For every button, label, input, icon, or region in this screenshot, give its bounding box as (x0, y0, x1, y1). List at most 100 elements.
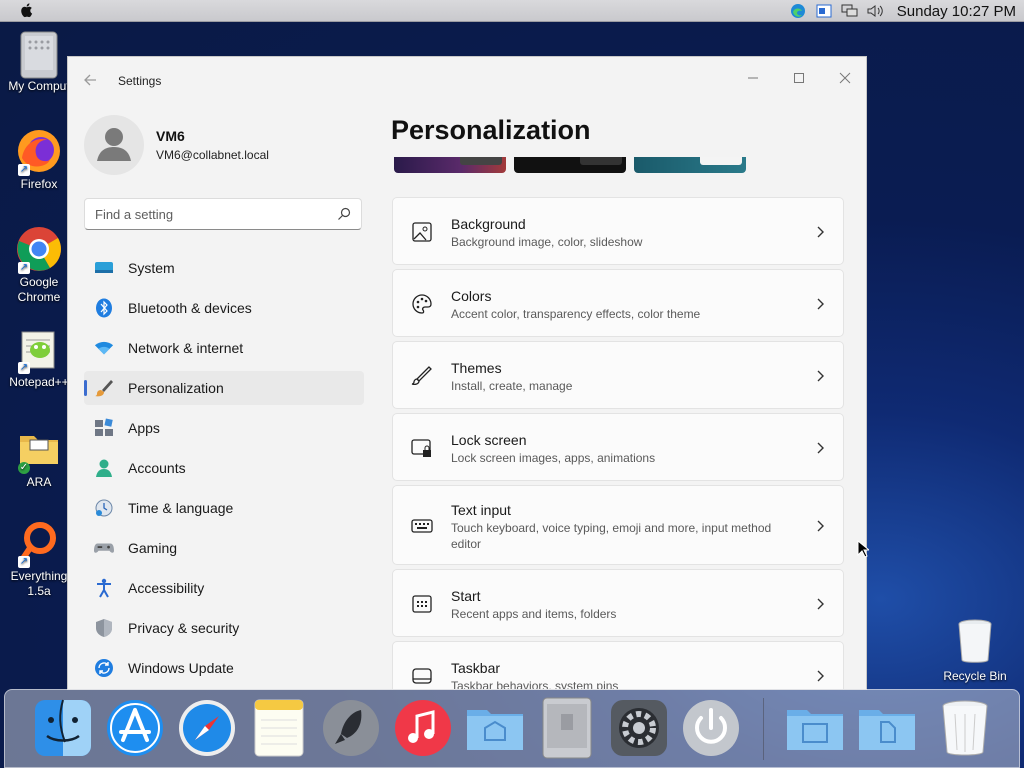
nav-item-personalization[interactable]: Personalization (84, 371, 364, 405)
taskbar-icon (412, 668, 432, 684)
dock-item-notes[interactable] (247, 696, 311, 760)
maximize-icon (794, 73, 804, 83)
card-start[interactable]: Start Recent apps and items, folders (392, 569, 844, 637)
desktop-icon-recycle-bin[interactable]: Recycle Bin (940, 618, 1010, 683)
nav-item-system[interactable]: System (84, 251, 364, 285)
nav-item-label: Privacy & security (128, 620, 240, 636)
nav-item-label: Accounts (128, 460, 186, 476)
nav-item-accounts[interactable]: Accounts (84, 451, 364, 485)
nav-item-label: Gaming (128, 540, 178, 556)
user-avatar-icon (97, 128, 131, 161)
nav-item-time-language[interactable]: Time & language (84, 491, 364, 525)
nav-item-label: Accessibility (128, 580, 205, 596)
clock[interactable]: Sunday 10:27 PM (897, 3, 1016, 20)
card-subtitle: Recent apps and items, folders (451, 607, 617, 621)
card-title: Colors (451, 288, 492, 304)
search-placeholder: Find a setting (95, 207, 174, 222)
network-icon[interactable] (841, 3, 859, 19)
nav-item-gaming[interactable]: Gaming (84, 531, 364, 565)
folder-icon: ✓ (16, 426, 62, 474)
dock-item-documents-folder[interactable] (783, 696, 847, 760)
notepadpp-icon: ↗ (16, 326, 62, 374)
dock-item-system-preferences[interactable] (607, 696, 671, 760)
nav-item-label: System (128, 260, 175, 276)
sync-check-icon: ✓ (18, 462, 30, 474)
title-bar[interactable]: Settings (68, 57, 866, 103)
minimize-icon (748, 77, 758, 79)
nav-item-apps[interactable]: Apps (84, 411, 364, 445)
keyboard-icon (411, 519, 433, 533)
card-text-input[interactable]: Text input Touch keyboard, voice typing,… (392, 485, 844, 565)
close-button[interactable] (822, 63, 866, 93)
everything-icon: ↗ (16, 520, 62, 568)
chevron-right-icon (817, 298, 824, 310)
nav-item-accessibility[interactable]: Accessibility (84, 571, 364, 605)
app-store-icon (107, 700, 163, 756)
applications-folder-icon (467, 710, 523, 750)
gamepad-icon (94, 538, 114, 558)
card-title: Taskbar (451, 660, 501, 676)
card-lock-screen[interactable]: Lock screen Lock screen images, apps, an… (392, 413, 844, 481)
volume-icon[interactable] (867, 3, 885, 19)
settings-nav: System Bluetooth & devices Network & int… (84, 251, 364, 689)
card-title: Themes (451, 360, 502, 376)
card-themes[interactable]: Themes Install, create, manage (392, 341, 844, 409)
back-arrow-icon[interactable] (82, 71, 100, 89)
search-icon[interactable] (337, 207, 351, 221)
edge-icon[interactable] (789, 3, 807, 19)
dock-item-safari[interactable] (175, 696, 239, 760)
search-input[interactable]: Find a setting (84, 198, 362, 230)
card-subtitle: Lock screen images, apps, animations (451, 451, 656, 465)
dock (4, 689, 1020, 768)
card-background[interactable]: Background Background image, color, slid… (392, 197, 844, 265)
nav-item-bluetooth[interactable]: Bluetooth & devices (84, 291, 364, 325)
chevron-right-icon (817, 226, 824, 238)
avatar (84, 115, 144, 175)
user-name: VM6 (156, 128, 185, 144)
dock-item-app-store[interactable] (103, 696, 167, 760)
nav-item-network[interactable]: Network & internet (84, 331, 364, 365)
card-title: Background (451, 216, 526, 232)
maximize-button[interactable] (776, 63, 822, 93)
mac-pro-icon (542, 697, 592, 759)
power-icon (683, 700, 739, 756)
image-icon (412, 222, 432, 242)
nav-item-label: Bluetooth & devices (128, 300, 252, 316)
dock-item-applications-folder[interactable] (463, 696, 527, 760)
shortcut-arrow-icon: ↗ (18, 556, 30, 568)
personalization-cards: Background Background image, color, slid… (392, 197, 844, 689)
card-colors[interactable]: Colors Accent color, transparency effect… (392, 269, 844, 337)
dock-item-launchpad[interactable] (319, 696, 383, 760)
nav-item-windows-update[interactable]: Windows Update (84, 651, 364, 685)
user-profile[interactable]: VM6 VM6@collabnet.local (84, 115, 384, 175)
settings-window: Settings VM6 VM6@collabnet.local Find a … (67, 56, 867, 690)
apple-icon[interactable] (18, 1, 36, 19)
accounts-icon (94, 458, 114, 478)
chevron-right-icon (817, 442, 824, 454)
lock-screen-icon (411, 439, 431, 457)
status-tray: Sunday 10:27 PM (789, 0, 1016, 22)
input-indicator-icon[interactable] (815, 3, 833, 19)
card-title: Lock screen (451, 432, 527, 448)
close-icon (839, 72, 851, 84)
dock-item-trash[interactable] (933, 696, 997, 760)
notes-icon (254, 699, 304, 757)
dock-item-music[interactable] (391, 696, 455, 760)
minimize-button[interactable] (730, 63, 776, 93)
dock-item-power[interactable] (679, 696, 743, 760)
chevron-right-icon (817, 598, 824, 610)
chevron-right-icon (817, 370, 824, 382)
mac-pro-icon (16, 30, 62, 79)
dock-item-mac-pro[interactable] (535, 696, 599, 760)
shortcut-arrow-icon: ↗ (18, 164, 30, 176)
wifi-icon (94, 338, 114, 358)
card-taskbar[interactable]: Taskbar Taskbar behaviors, system pins (392, 641, 844, 689)
dock-item-finder[interactable] (31, 696, 95, 760)
card-subtitle: Install, create, manage (451, 379, 573, 393)
nav-item-privacy-security[interactable]: Privacy & security (84, 611, 364, 645)
start-icon (412, 595, 432, 613)
dock-item-downloads-folder[interactable] (855, 696, 919, 760)
theme-thumbnail[interactable] (634, 157, 746, 173)
theme-thumbnail[interactable] (514, 157, 626, 173)
theme-thumbnail[interactable] (394, 157, 506, 173)
